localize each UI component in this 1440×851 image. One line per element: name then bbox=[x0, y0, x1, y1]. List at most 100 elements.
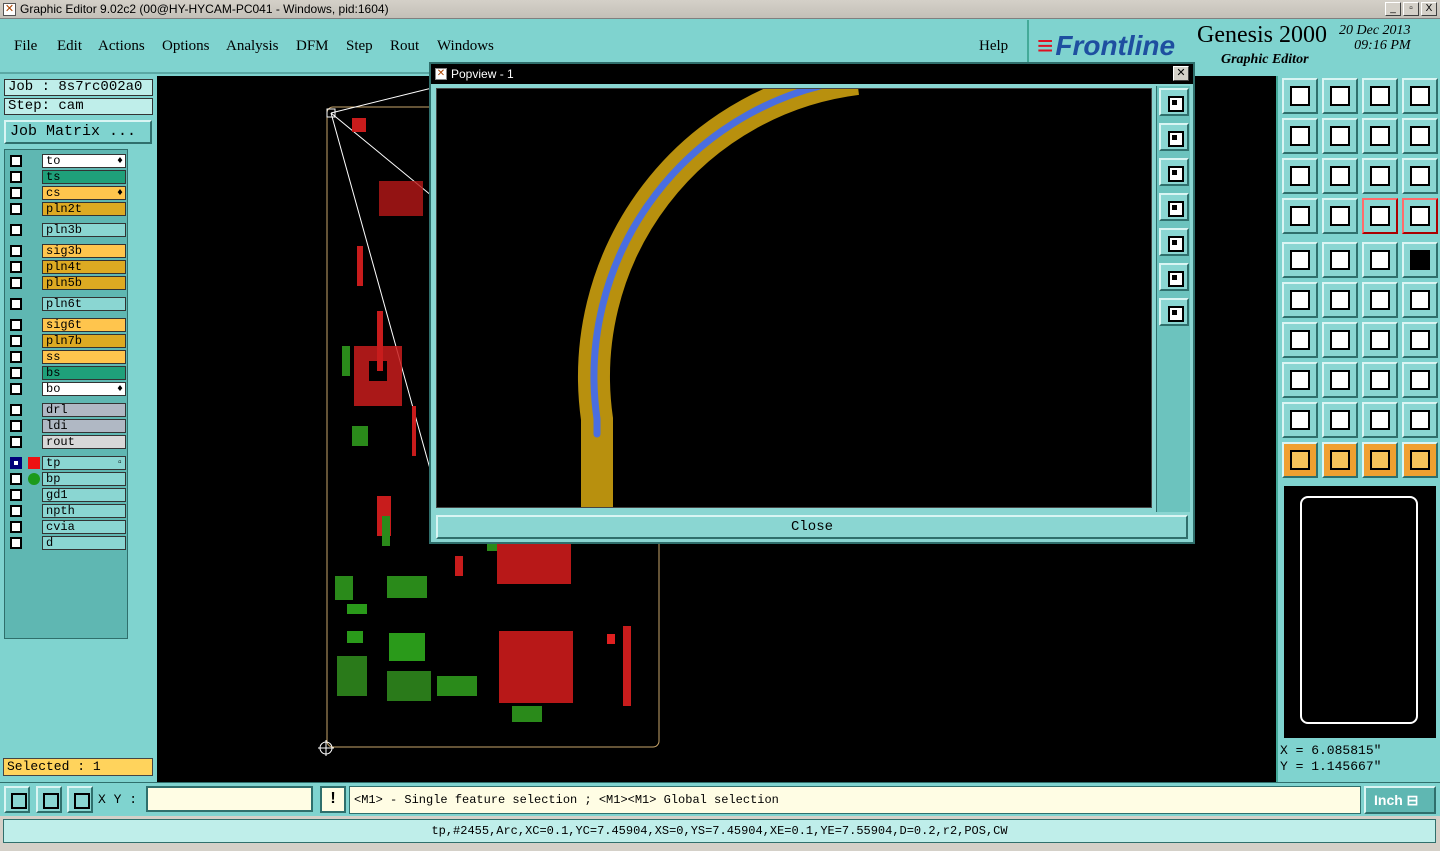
pointer-move-icon[interactable] bbox=[1362, 442, 1398, 478]
layer-checkbox[interactable] bbox=[10, 404, 22, 416]
layer-name[interactable]: tp ▫ bbox=[42, 456, 126, 470]
layer-name[interactable]: npth bbox=[42, 504, 126, 518]
layer-checkbox[interactable] bbox=[10, 457, 22, 469]
layer-row-npth[interactable]: npth bbox=[8, 504, 126, 518]
triangle-alt-icon[interactable] bbox=[1322, 402, 1358, 438]
snap-polygon-icon[interactable] bbox=[1322, 242, 1358, 278]
layer-name[interactable]: sig3b bbox=[42, 244, 126, 258]
minus-icon[interactable] bbox=[1322, 362, 1358, 398]
layer-name[interactable]: ss bbox=[42, 350, 126, 364]
popview-close-x-button[interactable]: ✕ bbox=[1173, 66, 1189, 81]
pointer-edit-icon[interactable] bbox=[1402, 442, 1438, 478]
layer-row-pln4t[interactable]: pln4t bbox=[8, 260, 126, 274]
layer-row-pln5b[interactable]: pln5b bbox=[8, 276, 126, 290]
popview-pan-left-icon[interactable] bbox=[1159, 193, 1189, 221]
layer-name[interactable]: drl bbox=[42, 403, 126, 417]
layer-name[interactable]: ts bbox=[42, 170, 126, 184]
layer-row-cs[interactable]: cs ♦ bbox=[8, 186, 126, 200]
xy-input[interactable] bbox=[146, 786, 313, 812]
layer-checkbox[interactable] bbox=[10, 298, 22, 310]
popview-zoom-home-icon[interactable] bbox=[1159, 88, 1189, 116]
layer-name[interactable]: rout bbox=[42, 435, 126, 449]
layer-row-ts[interactable]: ts bbox=[8, 170, 126, 184]
zoom-right-icon[interactable] bbox=[1322, 118, 1358, 154]
menu-rout[interactable]: Rout bbox=[390, 38, 419, 55]
layer-row-d[interactable]: d bbox=[8, 536, 126, 550]
layer-name[interactable]: bs bbox=[42, 366, 126, 380]
line-angle-icon[interactable] bbox=[1282, 322, 1318, 358]
layer-row-tp[interactable]: tp ▫ bbox=[8, 456, 126, 470]
span-icon[interactable] bbox=[1362, 362, 1398, 398]
group-icon[interactable] bbox=[1402, 362, 1438, 398]
minimize-button[interactable]: _ bbox=[1385, 2, 1401, 16]
layer-name[interactable]: pln5b bbox=[42, 276, 126, 290]
layer-checkbox[interactable] bbox=[10, 473, 22, 485]
layer-row-cvia[interactable]: cvia bbox=[8, 520, 126, 534]
zoom-home-icon[interactable] bbox=[1282, 78, 1318, 114]
layer-checkbox[interactable] bbox=[10, 203, 22, 215]
layer-checkbox[interactable] bbox=[10, 367, 22, 379]
layer-name[interactable]: sig6t bbox=[42, 318, 126, 332]
settings-icon[interactable] bbox=[1282, 198, 1318, 234]
layer-name[interactable]: to ♦ bbox=[42, 154, 126, 168]
menu-actions[interactable]: Actions bbox=[98, 38, 145, 55]
layer-row-sig6t[interactable]: sig6t bbox=[8, 318, 126, 332]
layer-row-ss[interactable]: ss bbox=[8, 350, 126, 364]
layer-name[interactable]: cs ♦ bbox=[42, 186, 126, 200]
layer-name[interactable]: pln2t bbox=[42, 202, 126, 216]
layer-row-bs[interactable]: bs bbox=[8, 366, 126, 380]
help-icon[interactable] bbox=[1402, 158, 1438, 194]
connect-icon[interactable] bbox=[1282, 282, 1318, 318]
layer-row-sig3b[interactable]: sig3b bbox=[8, 244, 126, 258]
popview-pan-up-icon[interactable] bbox=[1159, 123, 1189, 151]
menu-help[interactable]: Help bbox=[979, 38, 1008, 55]
zoom-down-icon[interactable] bbox=[1322, 78, 1358, 114]
layer-checkbox[interactable] bbox=[10, 537, 22, 549]
undo-icon[interactable] bbox=[1362, 118, 1398, 154]
job-matrix-button[interactable]: Job Matrix ... bbox=[4, 120, 152, 144]
triangle-icon[interactable] bbox=[1282, 402, 1318, 438]
layer-row-rout[interactable]: rout bbox=[8, 435, 126, 449]
unit-selector[interactable]: Inch ⊟ bbox=[1364, 786, 1436, 814]
layer-row-ldi[interactable]: ldi bbox=[8, 419, 126, 433]
layer-row-pln2t[interactable]: pln2t bbox=[8, 202, 126, 216]
arrow-up-icon[interactable] bbox=[1362, 402, 1398, 438]
menu-options[interactable]: Options bbox=[162, 38, 210, 55]
home-icon[interactable] bbox=[1362, 78, 1398, 114]
layer-row-gd1[interactable]: gd1 bbox=[8, 488, 126, 502]
arc-icon[interactable] bbox=[1362, 322, 1398, 358]
layer-checkbox[interactable] bbox=[10, 319, 22, 331]
close-window-button[interactable]: X bbox=[1421, 2, 1437, 16]
pointer-icon[interactable] bbox=[1282, 442, 1318, 478]
menu-analysis[interactable]: Analysis bbox=[226, 38, 279, 55]
layer-name[interactable]: gd1 bbox=[42, 488, 126, 502]
arrow-both-icon[interactable] bbox=[1402, 402, 1438, 438]
popview-zoom-out-icon[interactable] bbox=[1159, 298, 1189, 326]
layer-row-bo[interactable]: bo ♦ bbox=[8, 382, 126, 396]
copy-icon[interactable] bbox=[1402, 282, 1438, 318]
layer-checkbox[interactable] bbox=[10, 521, 22, 533]
layer-row-drl[interactable]: drl bbox=[8, 403, 126, 417]
layer-row-to[interactable]: to ♦ bbox=[8, 154, 126, 168]
zoom-left-icon[interactable] bbox=[1282, 118, 1318, 154]
layer-checkbox[interactable] bbox=[10, 420, 22, 432]
delete-icon[interactable] bbox=[1322, 282, 1358, 318]
layer-name[interactable]: pln4t bbox=[42, 260, 126, 274]
layer-checkbox[interactable] bbox=[10, 505, 22, 517]
grid-view-icon[interactable] bbox=[1322, 198, 1358, 234]
layer-checkbox[interactable] bbox=[10, 351, 22, 363]
pointer-select-icon[interactable] bbox=[1322, 442, 1358, 478]
popview-pan-right-icon[interactable] bbox=[1159, 228, 1189, 256]
layer-name[interactable]: pln7b bbox=[42, 334, 126, 348]
redo-icon[interactable] bbox=[1402, 118, 1438, 154]
layer-row-bp[interactable]: bp bbox=[8, 472, 126, 486]
move-icon[interactable] bbox=[1362, 282, 1398, 318]
menu-dfm[interactable]: DFM bbox=[296, 38, 329, 55]
layer-name[interactable]: bo ♦ bbox=[42, 382, 126, 396]
layer-name[interactable]: pln6t bbox=[42, 297, 126, 311]
scale-1-2-icon[interactable] bbox=[1362, 158, 1398, 194]
ruler-icon[interactable] bbox=[1362, 242, 1398, 278]
layer-checkbox[interactable] bbox=[10, 277, 22, 289]
snap-icon[interactable] bbox=[4, 786, 30, 813]
layer-checkbox[interactable] bbox=[10, 187, 22, 199]
